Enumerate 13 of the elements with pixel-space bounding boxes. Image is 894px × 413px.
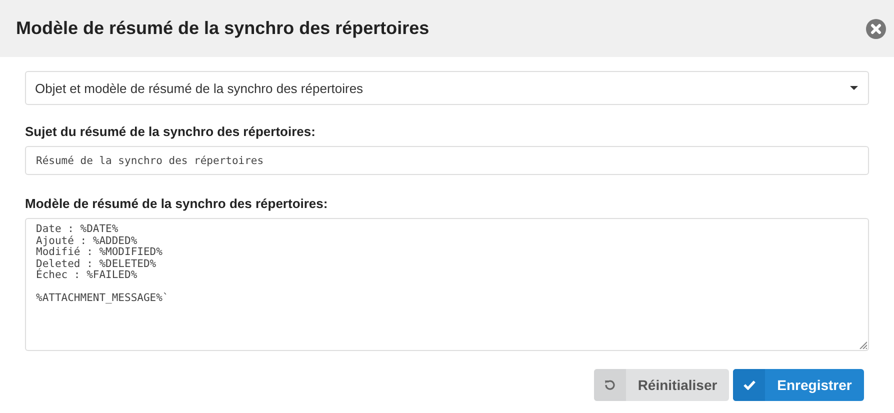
save-button[interactable]: Enregistrer bbox=[733, 369, 864, 401]
template-dropdown[interactable]: Objet et modèle de résumé de la synchro des répertoires bbox=[25, 71, 869, 105]
checkmark-icon bbox=[742, 380, 756, 390]
field-label: Sujet du résumé de la synchro des répertoires: bbox=[25, 124, 316, 139]
resize-handle-icon[interactable] bbox=[859, 341, 867, 349]
caret-icon bbox=[850, 86, 858, 90]
dialog-title: Modèle de résumé de la synchro des répertoires bbox=[16, 18, 430, 39]
close-icon[interactable] bbox=[866, 18, 886, 38]
template-field[interactable]: Date : %DATE% Ajouté : %ADDED% Modifié : %MODIFIED% Deleted : %DELETED% Échec : %FAILED% %ATTACHMENT_MESSAGE%` bbox=[25, 218, 869, 351]
field-label: Modèle de résumé de la synchro des répertoires: bbox=[25, 196, 329, 211]
reset-button[interactable]: Réinitialiser bbox=[594, 369, 729, 401]
undo-icon bbox=[604, 379, 616, 391]
subject-field[interactable]: Résumé de la synchro des répertoires bbox=[25, 146, 869, 175]
